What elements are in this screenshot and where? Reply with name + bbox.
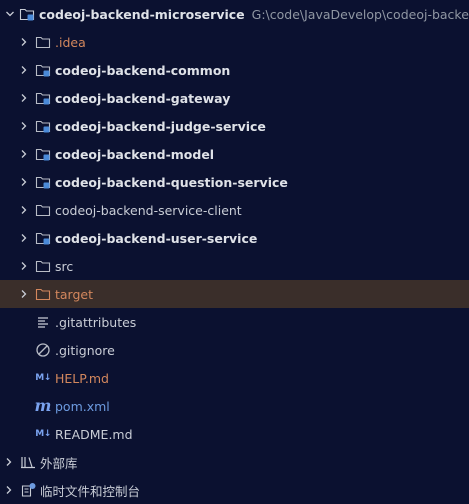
chevron-right-icon[interactable]	[4, 476, 14, 504]
root-path: G:\code\JavaDevelop\codeoj-backend-m	[251, 6, 469, 22]
tree-item-gitignore[interactable]: .gitignore	[0, 336, 469, 364]
item-label: target	[55, 286, 94, 302]
chevron-right-icon[interactable]	[19, 168, 29, 196]
tree-item-idea[interactable]: .idea	[0, 28, 469, 56]
folder-icon	[35, 258, 51, 274]
item-label: .idea	[55, 34, 86, 50]
tree-item-model[interactable]: codeoj-backend-model	[0, 140, 469, 168]
item-label: codeoj-backend-model	[55, 146, 215, 162]
chevron-right-icon[interactable]	[19, 56, 29, 84]
chevron-down-icon[interactable]	[5, 0, 15, 28]
chevron-right-icon[interactable]	[19, 280, 29, 308]
project-tree: codeoj-backend-microservice G:\code\Java…	[0, 0, 469, 502]
module-folder-icon	[35, 118, 51, 134]
tree-root-row[interactable]: codeoj-backend-microservice G:\code\Java…	[0, 0, 469, 28]
tree-item-help-md[interactable]: M↓ HELP.md	[0, 364, 469, 392]
item-label: codeoj-backend-user-service	[55, 230, 258, 246]
item-label: codeoj-backend-service-client	[55, 202, 242, 218]
module-folder-icon	[35, 230, 51, 246]
tree-item-gateway[interactable]: codeoj-backend-gateway	[0, 84, 469, 112]
module-folder-icon	[35, 90, 51, 106]
module-folder-icon	[19, 6, 35, 22]
tree-item-user-service[interactable]: codeoj-backend-user-service	[0, 224, 469, 252]
tree-item-gitattributes[interactable]: .gitattributes	[0, 308, 469, 336]
tree-item-service-client[interactable]: codeoj-backend-service-client	[0, 196, 469, 224]
chevron-right-icon[interactable]	[19, 252, 29, 280]
chevron-right-icon[interactable]	[19, 112, 29, 140]
tree-item-external-libraries[interactable]: 外部库	[0, 448, 469, 476]
module-folder-icon	[35, 174, 51, 190]
scratches-icon	[20, 482, 36, 498]
module-folder-icon	[35, 146, 51, 162]
tree-item-scratches[interactable]: 临时文件和控制台	[0, 476, 469, 504]
markdown-icon: M↓	[35, 373, 51, 383]
item-label: pom.xml	[55, 398, 110, 414]
root-name: codeoj-backend-microservice	[39, 6, 245, 22]
chevron-right-icon[interactable]	[19, 84, 29, 112]
maven-icon: m	[34, 396, 52, 415]
tree-item-judge-service[interactable]: codeoj-backend-judge-service	[0, 112, 469, 140]
markdown-icon: M↓	[35, 429, 51, 439]
chevron-right-icon[interactable]	[19, 140, 29, 168]
tree-item-src[interactable]: src	[0, 252, 469, 280]
chevron-right-icon[interactable]	[19, 224, 29, 252]
item-label: codeoj-backend-judge-service	[55, 118, 266, 134]
item-label: codeoj-backend-question-service	[55, 174, 288, 190]
folder-icon	[35, 202, 51, 218]
chevron-right-icon[interactable]	[19, 196, 29, 224]
item-label: 临时文件和控制台	[40, 483, 141, 499]
module-folder-icon	[35, 62, 51, 78]
folder-icon	[35, 34, 51, 50]
item-label: README.md	[55, 426, 133, 442]
tree-item-target[interactable]: target	[0, 280, 469, 308]
item-label: HELP.md	[55, 370, 109, 386]
tree-item-readme-md[interactable]: M↓ README.md	[0, 420, 469, 448]
text-file-icon	[35, 314, 51, 330]
tree-item-common[interactable]: codeoj-backend-common	[0, 56, 469, 84]
chevron-right-icon[interactable]	[4, 448, 14, 476]
chevron-right-icon[interactable]	[19, 28, 29, 56]
item-label: 外部库	[40, 455, 78, 471]
item-label: .gitattributes	[55, 314, 137, 330]
folder-icon	[35, 286, 51, 302]
tree-item-pom-xml[interactable]: m pom.xml	[0, 392, 469, 420]
tree-item-question-service[interactable]: codeoj-backend-question-service	[0, 168, 469, 196]
item-label: src	[55, 258, 74, 274]
ignore-file-icon	[35, 342, 51, 358]
library-icon	[20, 454, 36, 470]
item-label: .gitignore	[55, 342, 115, 358]
item-label: codeoj-backend-gateway	[55, 90, 231, 106]
item-label: codeoj-backend-common	[55, 62, 231, 78]
